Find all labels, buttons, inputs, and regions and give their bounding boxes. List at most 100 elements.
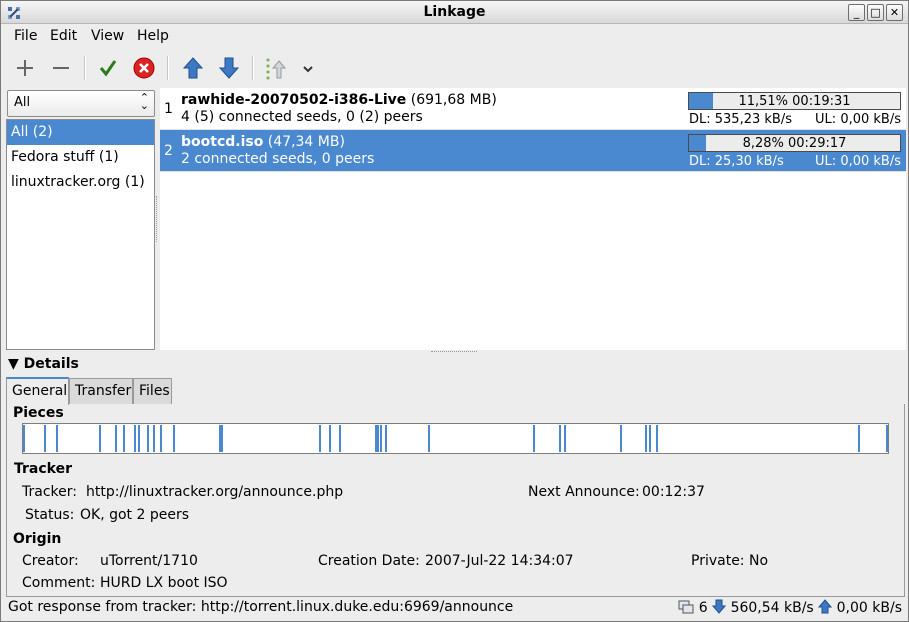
filter-list: All (2) Fedora stuff (1) linuxtracker.or… xyxy=(6,119,155,350)
move-down-icon[interactable] xyxy=(216,55,242,81)
tracker-heading: Tracker xyxy=(14,461,72,477)
comment-value: HURD LX boot ISO xyxy=(100,575,228,591)
filter-item-all[interactable]: All (2) xyxy=(7,120,154,145)
torrent-index: 2 xyxy=(164,143,173,159)
piece-marker xyxy=(656,425,658,452)
status-label: Status: xyxy=(25,507,75,523)
torrent-size: (691,68 MB) xyxy=(410,92,497,108)
menu-help[interactable]: Help xyxy=(137,28,169,44)
download-total-rate: 560,54 kB/s xyxy=(730,600,814,616)
download-rate: DL: 535,23 kB/s xyxy=(689,112,792,127)
chevron-down-icon[interactable] xyxy=(295,55,321,81)
progress-text: 8,28% 00:29:17 xyxy=(742,136,847,151)
piece-marker xyxy=(428,425,430,452)
priority-icon[interactable] xyxy=(263,55,289,81)
piece-marker xyxy=(377,425,379,452)
upload-arrow-icon xyxy=(818,599,833,614)
download-rate: DL: 25,30 kB/s xyxy=(689,154,784,169)
tab-general[interactable]: General xyxy=(6,377,69,405)
piece-marker xyxy=(134,425,136,452)
piece-marker xyxy=(645,425,647,452)
progress-text: 11,51% 00:19:31 xyxy=(738,94,851,109)
menu-file[interactable]: File xyxy=(14,28,37,44)
piece-marker xyxy=(564,425,566,452)
toolbar-separator xyxy=(167,56,169,80)
creator-label: Creator: xyxy=(22,553,79,569)
piece-marker xyxy=(221,425,223,452)
piece-marker xyxy=(858,425,860,452)
menu-view[interactable]: View xyxy=(91,28,124,44)
creation-date-value: 2007-Jul-22 14:34:07 xyxy=(425,553,574,569)
piece-marker xyxy=(886,425,888,452)
filter-dropdown-value: All xyxy=(14,95,31,110)
comment-label: Comment: xyxy=(22,575,96,591)
menu-bar: File Edit View Help xyxy=(1,25,908,49)
piece-marker xyxy=(649,425,651,452)
status-bar: Got response from tracker: http://torren… xyxy=(1,597,908,621)
close-window-button[interactable]: ✕ xyxy=(886,4,903,21)
download-arrow-icon xyxy=(712,599,727,614)
peers-icon xyxy=(678,600,694,614)
pane-resize-handle[interactable] xyxy=(431,351,477,354)
piece-marker xyxy=(160,425,162,452)
tab-files[interactable]: Files xyxy=(133,378,172,404)
toolbar xyxy=(1,50,908,87)
piece-marker xyxy=(147,425,149,452)
details-expander[interactable]: ▼ Details xyxy=(8,356,79,372)
piece-marker xyxy=(153,425,155,452)
torrent-row[interactable]: 1 rawhide-20070502-i386-Live (691,68 MB)… xyxy=(160,88,906,130)
status-value: OK, got 2 peers xyxy=(80,507,190,523)
piece-marker xyxy=(99,425,101,452)
piece-marker xyxy=(533,425,535,452)
filter-item-fedora[interactable]: Fedora stuff (1) xyxy=(7,145,154,170)
piece-marker xyxy=(123,425,125,452)
upload-rate: UL: 0,00 kB/s xyxy=(815,154,901,169)
next-announce-value: 00:12:37 xyxy=(642,484,705,500)
piece-marker xyxy=(339,425,341,452)
progress-bar: 11,51% 00:19:31 xyxy=(688,92,901,110)
expander-arrow-icon: ▼ xyxy=(8,356,19,372)
move-up-icon[interactable] xyxy=(180,55,206,81)
start-icon[interactable] xyxy=(95,55,121,81)
creator-value: uTorrent/1710 xyxy=(100,553,198,569)
torrent-name: bootcd.iso (47,34 MB) xyxy=(181,134,345,150)
torrent-size: (47,34 MB) xyxy=(267,134,345,150)
peers-count: 6 xyxy=(698,600,708,616)
upload-rate: UL: 0,00 kB/s xyxy=(815,112,901,127)
piece-marker xyxy=(380,425,382,452)
piece-marker xyxy=(385,425,387,452)
torrent-title: bootcd.iso xyxy=(181,134,264,150)
pane-resize-handle[interactable] xyxy=(156,196,159,242)
creation-date-label: Creation Date: xyxy=(318,553,420,569)
title-bar[interactable]: Linkage _ □ ✕ xyxy=(1,1,908,24)
updown-arrows-icon: ⌃ ⌄ xyxy=(139,91,149,112)
status-message: Got response from tracker: http://torren… xyxy=(8,599,514,615)
stop-icon[interactable] xyxy=(131,55,157,81)
piece-marker xyxy=(329,425,331,452)
piece-marker xyxy=(173,425,175,452)
toolbar-separator xyxy=(252,56,254,80)
piece-marker xyxy=(23,425,25,452)
details-header-label: Details xyxy=(23,356,79,372)
next-announce-label: Next Announce: xyxy=(528,484,640,500)
piece-marker xyxy=(44,425,46,452)
tab-transfer[interactable]: Transfer xyxy=(69,378,133,404)
torrent-index: 1 xyxy=(164,101,173,117)
upload-total-rate: 0,00 kB/s xyxy=(836,600,902,616)
add-icon[interactable] xyxy=(12,55,38,81)
status-rates: 6 560,54 kB/s 0,00 kB/s xyxy=(678,599,902,616)
main-window: Linkage _ □ ✕ File Edit View Help All ⌃ ⌄… xyxy=(0,0,909,622)
piece-marker xyxy=(319,425,321,452)
maximize-button[interactable]: □ xyxy=(867,4,884,21)
torrent-peers: 4 (5) connected seeds, 0 (2) peers xyxy=(181,109,423,125)
torrent-row[interactable]: 2 bootcd.iso (47,34 MB) 2 connected seed… xyxy=(160,130,906,172)
torrent-peers: 2 connected seeds, 0 peers xyxy=(181,151,375,167)
minimize-button[interactable]: _ xyxy=(848,4,865,21)
torrent-title: rawhide-20070502-i386-Live xyxy=(181,92,407,108)
piece-marker xyxy=(115,425,117,452)
remove-icon[interactable] xyxy=(48,55,74,81)
filter-dropdown[interactable]: All ⌃ ⌄ xyxy=(7,90,155,117)
menu-edit[interactable]: Edit xyxy=(50,28,77,44)
filter-item-linuxtracker[interactable]: linuxtracker.org (1) xyxy=(7,170,154,195)
tracker-label: Tracker: xyxy=(22,484,77,500)
